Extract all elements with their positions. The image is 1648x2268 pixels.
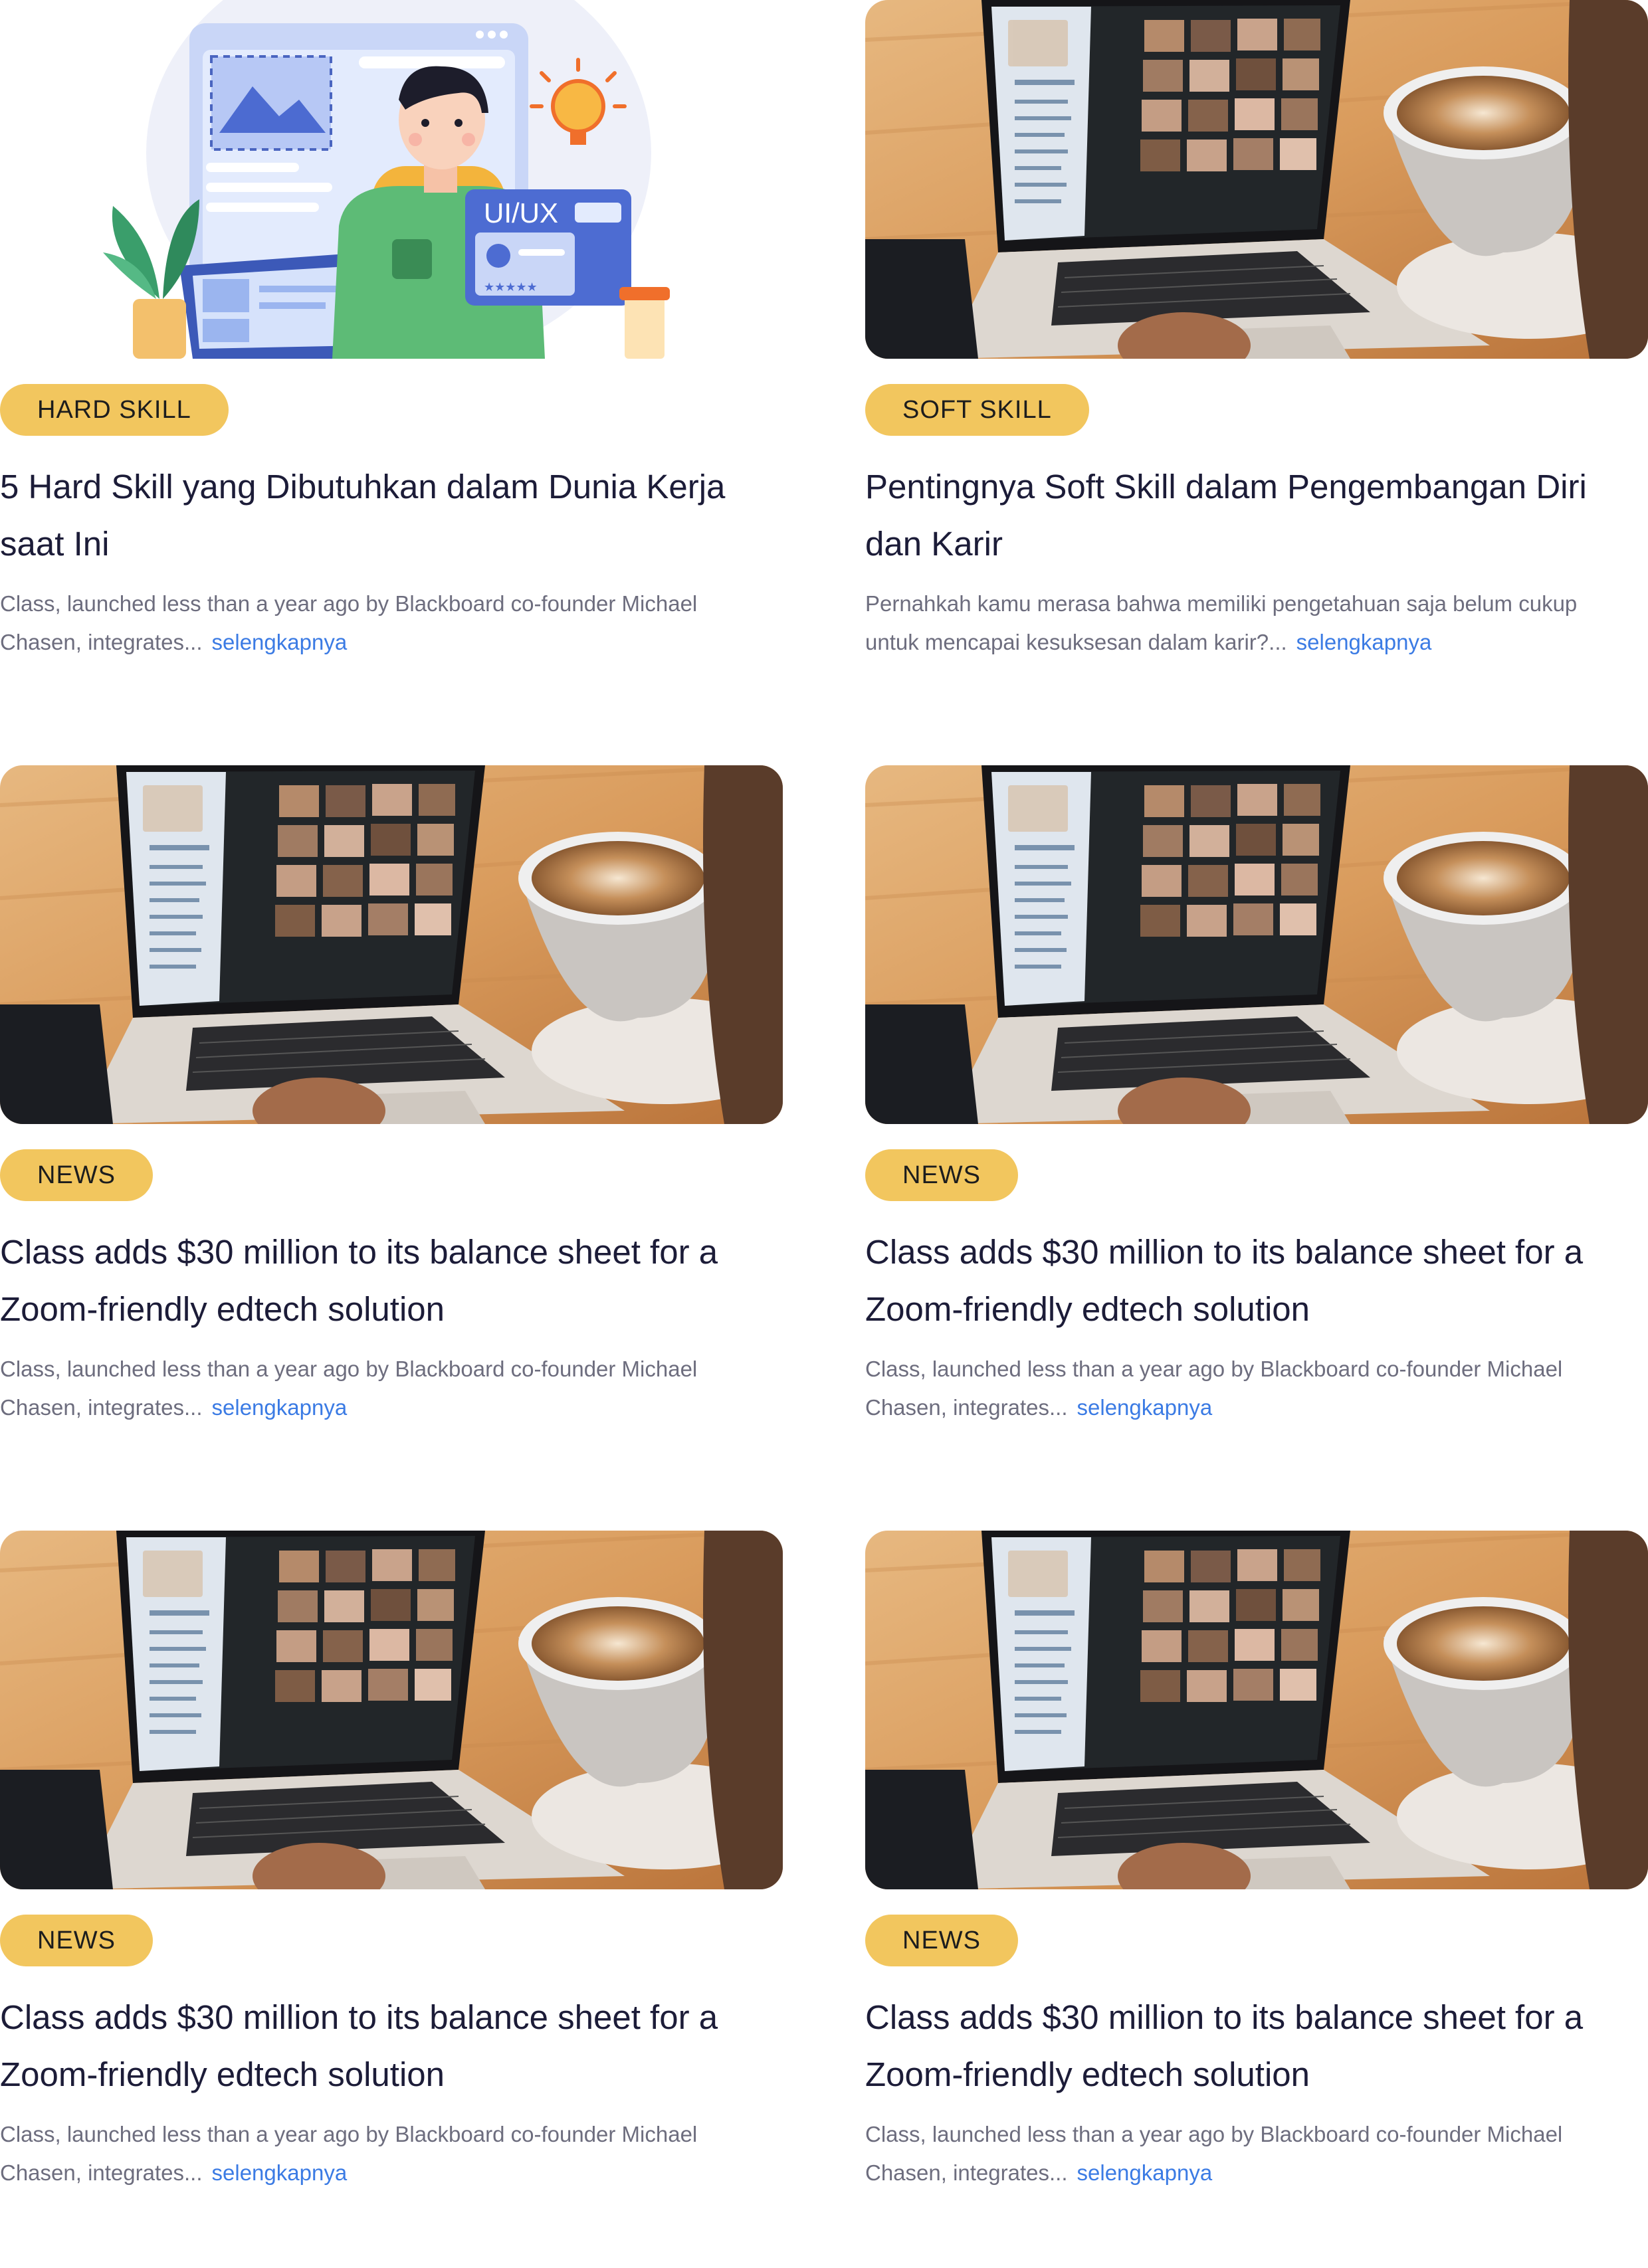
uiux-illustration-image: UI/UX ★★★★★ (0, 0, 783, 359)
article-thumbnail[interactable] (865, 1531, 1648, 1889)
laptop-video-call-photo (865, 765, 1648, 1124)
excerpt-text: Class, launched less than a year ago by … (0, 2122, 698, 2185)
article-title[interactable]: Class adds $30 million to its balance sh… (0, 1224, 783, 1338)
article-title[interactable]: Pentingnya Soft Skill dalam Pengembangan… (865, 458, 1648, 573)
laptop-video-call-photo (865, 1531, 1648, 1889)
excerpt-text: Class, launched less than a year ago by … (0, 591, 698, 654)
read-more-link[interactable]: selengkapnya (212, 630, 348, 654)
article-title[interactable]: Class adds $30 million to its balance sh… (865, 1989, 1648, 2103)
category-badge[interactable]: NEWS (865, 1915, 1018, 1966)
read-more-link[interactable]: selengkapnya (1296, 630, 1432, 654)
article-excerpt: Class, launched less than a year ago by … (0, 1350, 744, 1427)
category-badge[interactable]: HARD SKILL (0, 384, 229, 436)
article-card[interactable]: NEWS Class adds $30 million to its balan… (865, 765, 1648, 1503)
article-title[interactable]: 5 Hard Skill yang Dibutuhkan dalam Dunia… (0, 458, 783, 573)
article-grid: UI/UX ★★★★★ HARD SKILL 5 Hard Skill yang… (0, 0, 1648, 2192)
read-more-link[interactable]: selengkapnya (1077, 2160, 1213, 2185)
article-excerpt: Class, launched less than a year ago by … (0, 2115, 744, 2192)
article-excerpt: Class, launched less than a year ago by … (0, 585, 744, 662)
article-card[interactable]: SOFT SKILL Pentingnya Soft Skill dalam P… (865, 0, 1648, 737)
category-badge[interactable]: NEWS (0, 1915, 153, 1966)
excerpt-text: Class, launched less than a year ago by … (0, 1357, 698, 1420)
article-card[interactable]: UI/UX ★★★★★ HARD SKILL 5 Hard Skill yang… (0, 0, 783, 737)
article-thumbnail[interactable]: UI/UX ★★★★★ (0, 0, 783, 359)
article-excerpt: Pernahkah kamu merasa bahwa memiliki pen… (865, 585, 1609, 662)
article-thumbnail[interactable] (0, 765, 783, 1124)
article-title[interactable]: Class adds $30 million to its balance sh… (865, 1224, 1648, 1338)
article-excerpt: Class, launched less than a year ago by … (865, 1350, 1609, 1427)
rating-stars: ★★★★★ (484, 280, 538, 294)
article-card[interactable]: NEWS Class adds $30 million to its balan… (0, 765, 783, 1503)
category-badge[interactable]: SOFT SKILL (865, 384, 1089, 436)
uiux-illustration-label: UI/UX (484, 197, 558, 229)
article-title[interactable]: Class adds $30 million to its balance sh… (0, 1989, 783, 2103)
laptop-video-call-photo (865, 0, 1648, 359)
read-more-link[interactable]: selengkapnya (212, 1395, 348, 1420)
article-excerpt: Class, launched less than a year ago by … (865, 2115, 1609, 2192)
article-thumbnail[interactable] (0, 1531, 783, 1889)
laptop-video-call-photo (0, 1531, 783, 1889)
category-badge[interactable]: NEWS (0, 1149, 153, 1201)
excerpt-text: Pernahkah kamu merasa bahwa memiliki pen… (865, 591, 1578, 654)
excerpt-text: Class, launched less than a year ago by … (865, 1357, 1563, 1420)
laptop-video-call-photo (0, 765, 783, 1124)
read-more-link[interactable]: selengkapnya (1077, 1395, 1213, 1420)
article-card[interactable]: NEWS Class adds $30 million to its balan… (0, 1531, 783, 2268)
article-thumbnail[interactable] (865, 0, 1648, 359)
excerpt-text: Class, launched less than a year ago by … (865, 2122, 1563, 2185)
article-thumbnail[interactable] (865, 765, 1648, 1124)
read-more-link[interactable]: selengkapnya (212, 2160, 348, 2185)
article-card[interactable]: NEWS Class adds $30 million to its balan… (865, 1531, 1648, 2268)
category-badge[interactable]: NEWS (865, 1149, 1018, 1201)
